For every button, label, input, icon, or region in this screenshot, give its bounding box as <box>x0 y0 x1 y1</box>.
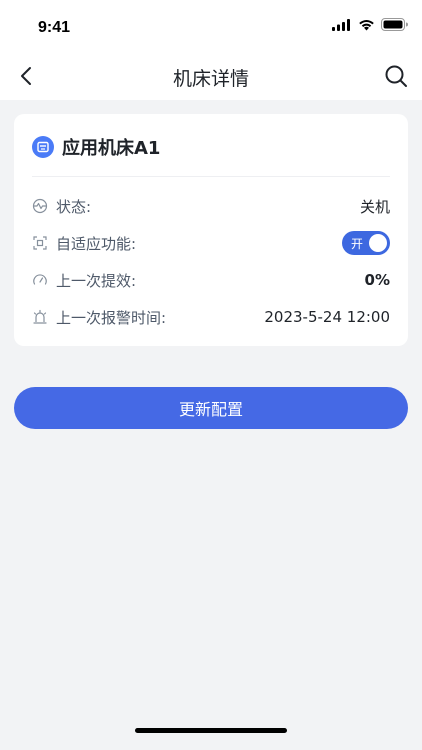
machine-name: 应用机床A1 <box>62 138 161 159</box>
status-row: 状态: 关机 <box>32 194 390 218</box>
status-bar: 9:41 <box>0 0 422 50</box>
divider <box>32 176 390 177</box>
toggle-knob <box>369 234 387 252</box>
alarm-label: 上一次报警时间: <box>56 308 167 327</box>
efficiency-row: 上一次提效: 0% <box>32 268 390 292</box>
efficiency-value: 0% <box>364 271 390 289</box>
scan-icon <box>32 235 48 251</box>
status-time: 9:41 <box>38 19 71 36</box>
machine-card: 应用机床A1 状态: 关机 自适应功能: 开 上一次提效: 0% 上一次报警时间… <box>14 114 408 346</box>
update-config-button[interactable]: 更新配置 <box>14 387 408 429</box>
pulse-icon <box>32 198 48 214</box>
page-title: 机床详情 <box>172 68 249 90</box>
status-label: 状态: <box>56 197 92 216</box>
nav-bar: 机床详情 <box>0 52 422 100</box>
adaptive-row: 自适应功能: 开 <box>32 231 390 255</box>
signal-icon <box>332 18 350 31</box>
card-header: 应用机床A1 <box>32 134 390 160</box>
search-button[interactable] <box>382 62 410 90</box>
alarm-row: 上一次报警时间: 2023-5-24 12:00 <box>32 305 390 329</box>
alarm-icon <box>32 309 48 325</box>
top-section: 9:41 机床详情 <box>0 0 422 100</box>
battery-icon <box>381 18 408 31</box>
wifi-icon <box>359 19 374 30</box>
status-value: 关机 <box>359 197 390 216</box>
alarm-value: 2023-5-24 12:00 <box>264 308 390 326</box>
efficiency-label: 上一次提效: <box>56 271 137 290</box>
toggle-label: 开 <box>351 237 364 251</box>
machine-icon <box>32 136 54 158</box>
adaptive-label: 自适应功能: <box>56 234 137 253</box>
adaptive-toggle[interactable]: 开 <box>342 231 390 255</box>
search-icon <box>385 65 407 87</box>
gauge-icon <box>32 272 48 288</box>
status-icons <box>332 18 408 31</box>
home-indicator <box>135 728 287 733</box>
